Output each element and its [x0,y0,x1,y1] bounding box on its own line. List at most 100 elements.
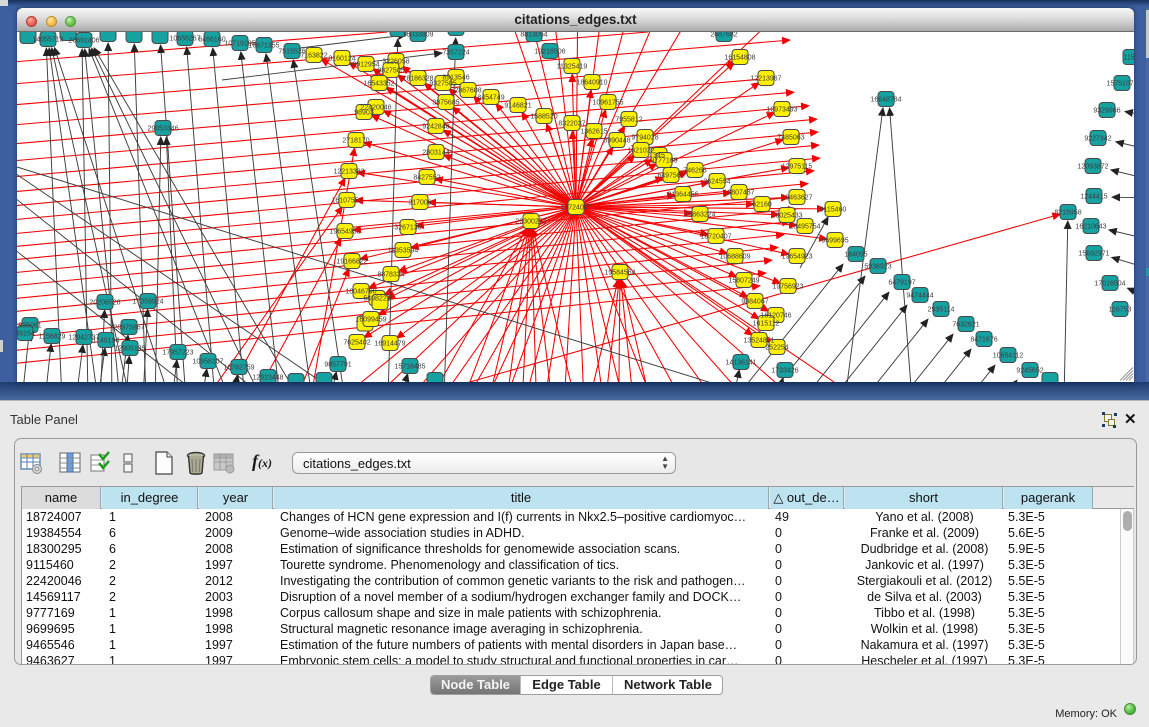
svg-text:7625402: 7625402 [343,340,370,347]
svg-text:12213382: 12213382 [333,169,364,176]
svg-text:9857791: 9857791 [324,362,351,369]
svg-text:116753: 116753 [1109,307,1132,314]
svg-text:9327505: 9327505 [429,81,456,88]
svg-text:7163822: 7163822 [300,53,327,60]
svg-text:16648784: 16648784 [870,97,901,104]
svg-text:18495754: 18495754 [789,224,820,231]
svg-text:8878334: 8878334 [377,272,404,279]
svg-text:746266: 746266 [683,168,706,175]
svg-text:19463627: 19463627 [781,195,812,202]
svg-text:18720407: 18720407 [700,234,731,241]
svg-text:10655267: 10655267 [169,36,200,43]
svg-text:20691406: 20691406 [68,38,99,45]
svg-text:18724007: 18724007 [560,205,591,212]
svg-text:10961755: 10961755 [592,100,623,107]
svg-text:17957223: 17957223 [162,350,193,357]
svg-text:14055713: 14055713 [32,37,63,44]
svg-text:10688609: 10688609 [719,254,750,261]
svg-text:19756923: 19756923 [772,284,803,291]
svg-text:16543352: 16543352 [363,81,394,88]
svg-text:252254: 252254 [765,345,788,352]
svg-text:9827505: 9827505 [377,68,404,75]
svg-text:10973493: 10973493 [766,107,797,114]
svg-text:23300273: 23300273 [515,219,546,226]
svg-text:6479197: 6479197 [888,280,915,287]
svg-text:19584564: 19584564 [604,270,635,277]
svg-text:1145194: 1145194 [93,338,120,345]
svg-text:6497568: 6497568 [657,173,684,180]
svg-text:1588520: 1588520 [530,114,557,121]
svg-text:13524851: 13524851 [743,338,774,345]
svg-text:9146821: 9146821 [504,103,531,110]
svg-text:5938923: 5938923 [864,264,891,271]
svg-text:12093872: 12093872 [1077,164,1108,171]
svg-text:8990448: 8990448 [603,138,630,145]
svg-text:9699695: 9699695 [821,238,848,245]
svg-text:98903: 98903 [354,110,374,117]
svg-text:1621022: 1621022 [627,148,654,155]
svg-text:12213967: 12213967 [750,76,781,83]
svg-text:18640910: 18640910 [576,80,607,87]
svg-text:19166822: 19166822 [336,259,367,266]
svg-text:17016504: 17016504 [1094,281,1125,288]
svg-text:9115460: 9115460 [820,207,847,214]
svg-text:29053346: 29053346 [147,126,178,133]
svg-text:19218506: 19218506 [534,49,565,56]
svg-text:2687682: 2687682 [710,32,737,39]
svg-text:1156829: 1156829 [39,334,66,341]
svg-text:8427552: 8427552 [413,175,440,182]
svg-text:317006: 317006 [408,200,431,207]
svg-text:16154808: 16154808 [724,55,755,62]
svg-text:39154: 39154 [17,331,35,338]
svg-text:10958107: 10958107 [192,359,223,366]
svg-text:12975115: 12975115 [782,164,813,171]
svg-text:7357224: 7357224 [442,50,469,57]
svg-text:19654933: 19654933 [329,229,360,236]
svg-text:1151: 1151 [1123,55,1134,62]
svg-text:8471676: 8471676 [970,337,997,344]
svg-text:16099459: 16099459 [355,317,386,324]
svg-text:20206526: 20206526 [89,300,120,307]
svg-text:15716485: 15716485 [394,364,425,371]
svg-text:11353594: 11353594 [388,248,419,255]
svg-text:8322037: 8322037 [558,121,585,128]
svg-text:11325419: 11325419 [557,64,588,71]
svg-text:2718170: 2718170 [342,138,369,145]
svg-text:17359924: 17359924 [132,299,163,306]
svg-text:7632621: 7632621 [952,322,979,329]
svg-text:10654112: 10654112 [993,353,1024,360]
svg-text:1733426: 1733426 [771,368,798,375]
svg-text:12905135: 12905135 [114,346,145,353]
svg-text:3875685: 3875685 [432,100,459,107]
svg-text:14863224: 14863224 [684,212,715,219]
svg-text:5498222: 5498222 [363,296,390,303]
svg-text:9474444: 9474444 [906,293,933,300]
svg-text:15807249: 15807249 [728,278,759,285]
svg-text:8454749: 8454749 [477,95,504,102]
svg-text:19654923: 19654923 [781,254,812,261]
svg-text:10025433: 10025433 [771,213,802,220]
svg-text:14136141: 14136141 [725,360,756,367]
svg-text:7485063: 7485063 [777,135,804,142]
svg-text:10046766: 10046766 [345,289,376,296]
svg-text:2935114: 2935114 [928,307,955,314]
svg-text:9245652: 9245652 [1016,368,1043,375]
svg-text:15751074: 15751074 [1106,81,1134,88]
svg-text:7955812: 7955812 [615,117,642,124]
svg-text:21364456: 21364456 [667,192,698,199]
svg-text:1362615: 1362615 [580,129,607,136]
svg-text:3226058: 3226058 [382,59,409,66]
svg-text:8912954: 8912954 [352,62,379,69]
svg-text:15692971: 15692971 [1078,251,1109,258]
svg-text:62160: 62160 [752,202,772,209]
svg-text:3267130: 3267130 [394,225,421,232]
svg-text:10807487: 10807487 [723,190,754,197]
svg-text:9777169: 9777169 [650,158,677,165]
svg-text:16914479: 16914479 [374,341,405,348]
svg-text:935061: 935061 [18,323,41,330]
svg-text:164095: 164095 [844,252,867,259]
svg-text:16120746: 16120746 [760,313,791,320]
svg-text:9242848: 9242848 [422,124,449,131]
svg-text:12923448: 12923448 [252,375,283,382]
svg-text:16210643: 16210643 [1075,224,1106,231]
